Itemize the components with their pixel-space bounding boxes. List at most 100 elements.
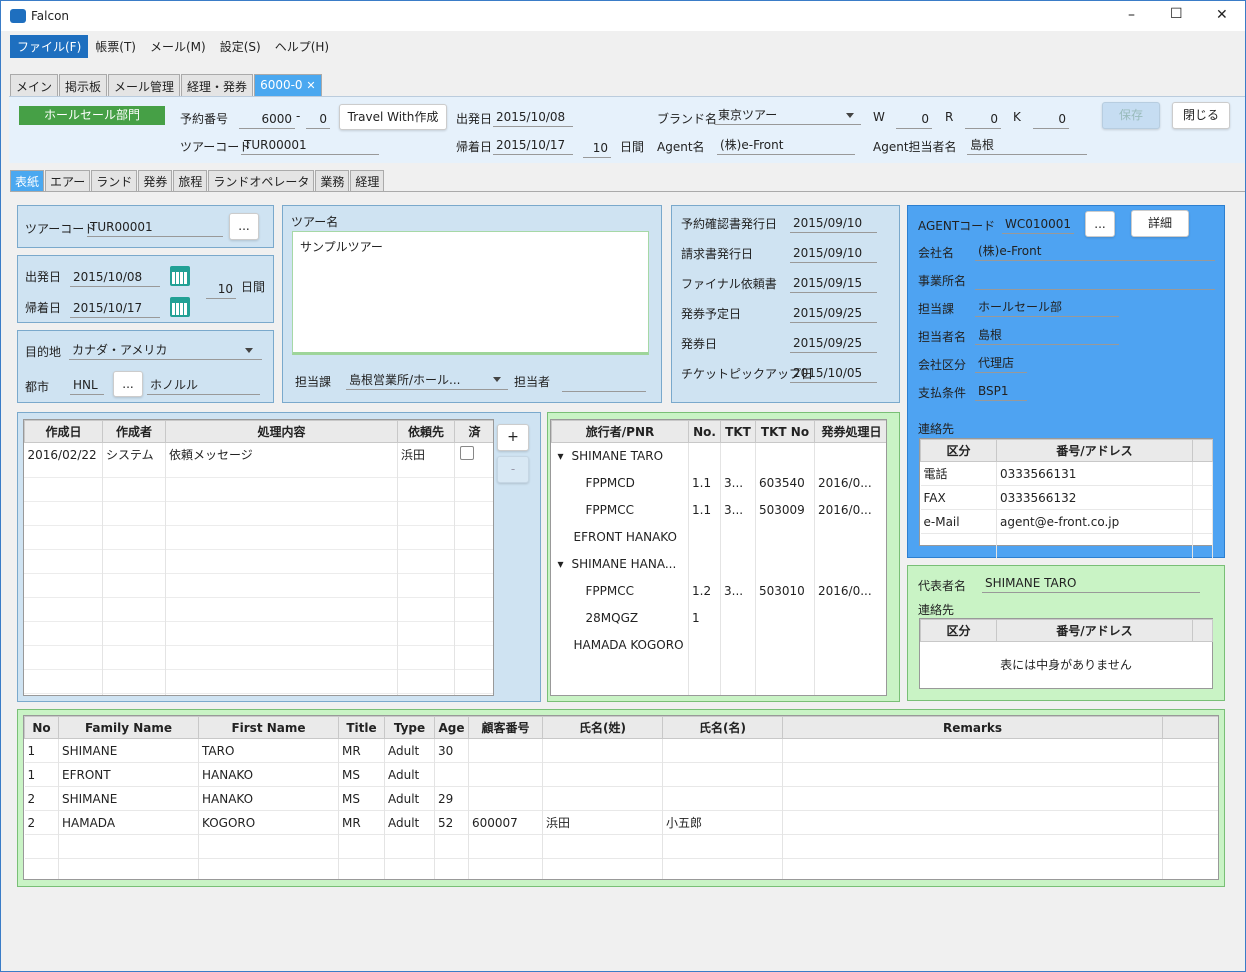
- city-lookup-button[interactable]: ...: [113, 371, 143, 397]
- menu-reports[interactable]: 帳票(T): [88, 35, 143, 58]
- col-title[interactable]: Title: [338, 716, 385, 739]
- r-field[interactable]: 0: [965, 110, 1001, 129]
- left-return-field[interactable]: 2015/10/17: [70, 299, 160, 318]
- tab-land-operator[interactable]: ランドオペレータ: [208, 170, 315, 191]
- tab-ticketing[interactable]: 発券: [138, 170, 173, 191]
- col-requestee[interactable]: 依頼先: [397, 420, 455, 443]
- w-field[interactable]: 0: [896, 110, 932, 129]
- doc-date-field[interactable]: 2015/09/25: [790, 304, 877, 323]
- col-given-name-jp[interactable]: 氏名(名): [662, 716, 783, 739]
- col-customer-no[interactable]: 顧客番号: [468, 716, 543, 739]
- col-tkt-no[interactable]: TKT No: [755, 420, 815, 443]
- pnr-row[interactable]: 28MQGZ 1: [551, 604, 886, 632]
- save-button[interactable]: 保存: [1102, 102, 1160, 129]
- rep-name-field[interactable]: SHIMANE TARO: [982, 574, 1200, 593]
- tab-land[interactable]: ランド: [91, 170, 138, 191]
- tab-accounting[interactable]: 経理・発券: [181, 74, 254, 96]
- agent-detail-button[interactable]: 詳細: [1131, 210, 1189, 237]
- col-remarks[interactable]: Remarks: [782, 716, 1163, 739]
- booking-no-field[interactable]: 6000: [239, 110, 295, 129]
- left-depart-field[interactable]: 2015/10/08: [70, 268, 160, 287]
- add-history-button[interactable]: +: [497, 424, 529, 451]
- col-traveler-pnr[interactable]: 旅行者/PNR: [551, 420, 689, 443]
- tab-business[interactable]: 業務: [315, 170, 350, 191]
- table-row[interactable]: 2 SHIMANE HANAKO MS Adult 29: [24, 786, 1218, 811]
- col-address[interactable]: 番号/アドレス: [996, 619, 1193, 642]
- booking-sub-field[interactable]: 0: [306, 110, 330, 129]
- pnr-row[interactable]: ▾ SHIMANE TARO: [551, 442, 886, 470]
- remove-history-button[interactable]: -: [497, 456, 529, 483]
- pnr-row[interactable]: ▾ SHIMANE HANA...: [551, 550, 886, 578]
- travel-with-button[interactable]: Travel With作成: [339, 104, 447, 130]
- city-code-field[interactable]: HNL: [70, 376, 104, 395]
- close-button[interactable]: 閉じる: [1172, 102, 1230, 129]
- table-row[interactable]: 2 HAMADA KOGORO MR Adult 52 600007 浜田 小五郎: [24, 810, 1218, 835]
- agent-company-field[interactable]: (株)e-Front: [975, 242, 1215, 261]
- tab-board[interactable]: 掲示板: [59, 74, 108, 96]
- city-name-field[interactable]: ホノルル: [147, 376, 260, 395]
- table-row[interactable]: 1 EFRONT HANAKO MS Adult: [24, 762, 1218, 787]
- minimize-button[interactable]: –: [1128, 7, 1135, 23]
- agent-code-field[interactable]: WC010001: [1002, 215, 1074, 234]
- agent-section-field[interactable]: ホールセール部: [975, 298, 1119, 317]
- table-row[interactable]: e-Mail agent@e-front.co.jp: [920, 509, 1213, 534]
- col-surname-jp[interactable]: 氏名(姓): [542, 716, 663, 739]
- k-field[interactable]: 0: [1033, 110, 1069, 129]
- expand-arrow-icon[interactable]: ▾: [558, 449, 564, 463]
- table-row[interactable]: 2016/02/22 システム 依頼メッセージ 浜田: [24, 442, 493, 467]
- agent-lookup-button[interactable]: ...: [1085, 211, 1115, 237]
- pnr-row[interactable]: EFRONT HANAKO: [551, 523, 886, 551]
- col-tkt[interactable]: TKT: [720, 420, 756, 443]
- col-first-name[interactable]: First Name: [198, 716, 339, 739]
- col-pax-no[interactable]: No: [24, 716, 59, 739]
- col-type[interactable]: 区分: [920, 439, 997, 462]
- agent-person-field2[interactable]: 島根: [975, 326, 1119, 345]
- col-family-name[interactable]: Family Name: [58, 716, 199, 739]
- tour-dept-select[interactable]: 島根営業所/ホール...: [346, 371, 508, 390]
- doc-date-field[interactable]: 2015/10/05: [790, 364, 877, 383]
- col-age[interactable]: Age: [434, 716, 469, 739]
- tab-mail[interactable]: メール管理: [108, 74, 181, 96]
- calendar-icon[interactable]: [170, 297, 190, 317]
- brand-select[interactable]: 東京ツアー: [715, 106, 861, 125]
- done-checkbox-cell[interactable]: [454, 442, 493, 467]
- depart-field[interactable]: 2015/10/08: [493, 108, 573, 127]
- doc-date-field[interactable]: 2015/09/25: [790, 334, 877, 353]
- tour-code-field[interactable]: TUR00001: [241, 136, 379, 155]
- agent-office-field[interactable]: [975, 271, 1215, 290]
- left-days-field[interactable]: 10: [206, 280, 236, 299]
- agent-field[interactable]: (株)e-Front: [717, 136, 855, 155]
- col-process[interactable]: 処理内容: [165, 420, 398, 443]
- menu-file[interactable]: ファイル(F): [10, 34, 89, 58]
- col-type[interactable]: Type: [384, 716, 435, 739]
- tab-booking[interactable]: 6000-0 ✕: [254, 74, 322, 96]
- doc-date-field[interactable]: 2015/09/10: [790, 244, 877, 263]
- days-field[interactable]: 10: [583, 139, 611, 158]
- agent-person-field[interactable]: 島根: [967, 136, 1087, 155]
- expand-arrow-icon[interactable]: ▾: [558, 557, 564, 571]
- tab-itinerary[interactable]: 旅程: [173, 170, 208, 191]
- agent-pay-field[interactable]: BSP1: [975, 382, 1027, 401]
- tab-air[interactable]: エアー: [45, 170, 91, 191]
- pnr-row[interactable]: FPPMCC 1.1 3... 503009 2016/0...: [551, 496, 886, 524]
- table-row[interactable]: 電話 0333566131: [920, 461, 1213, 486]
- left-tour-field[interactable]: TUR00001: [87, 218, 223, 237]
- calendar-icon[interactable]: [170, 266, 190, 286]
- col-no[interactable]: No.: [688, 420, 721, 443]
- tab-main[interactable]: メイン: [10, 74, 59, 96]
- doc-date-field[interactable]: 2015/09/15: [790, 274, 877, 293]
- pnr-row[interactable]: FPPMCD 1.1 3... 603540 2016/0...: [551, 469, 886, 497]
- pnr-row[interactable]: HAMADA KOGORO: [551, 631, 886, 659]
- col-done[interactable]: 済: [454, 420, 493, 443]
- col-creator[interactable]: 作成者: [102, 420, 166, 443]
- pnr-row[interactable]: FPPMCC 1.2 3... 503010 2016/0...: [551, 577, 886, 605]
- tour-person-field[interactable]: [562, 373, 646, 392]
- col-type[interactable]: 区分: [920, 619, 997, 642]
- menu-help[interactable]: ヘルプ(H): [268, 35, 336, 58]
- col-issue-date[interactable]: 発券処理日: [814, 420, 886, 443]
- maximize-button[interactable]: ☐: [1170, 6, 1183, 22]
- tab-cover[interactable]: 表紙: [10, 170, 45, 191]
- col-created-date[interactable]: 作成日: [24, 420, 103, 443]
- return-field[interactable]: 2015/10/17: [493, 136, 573, 155]
- dest-select[interactable]: カナダ・アメリカ: [69, 341, 262, 360]
